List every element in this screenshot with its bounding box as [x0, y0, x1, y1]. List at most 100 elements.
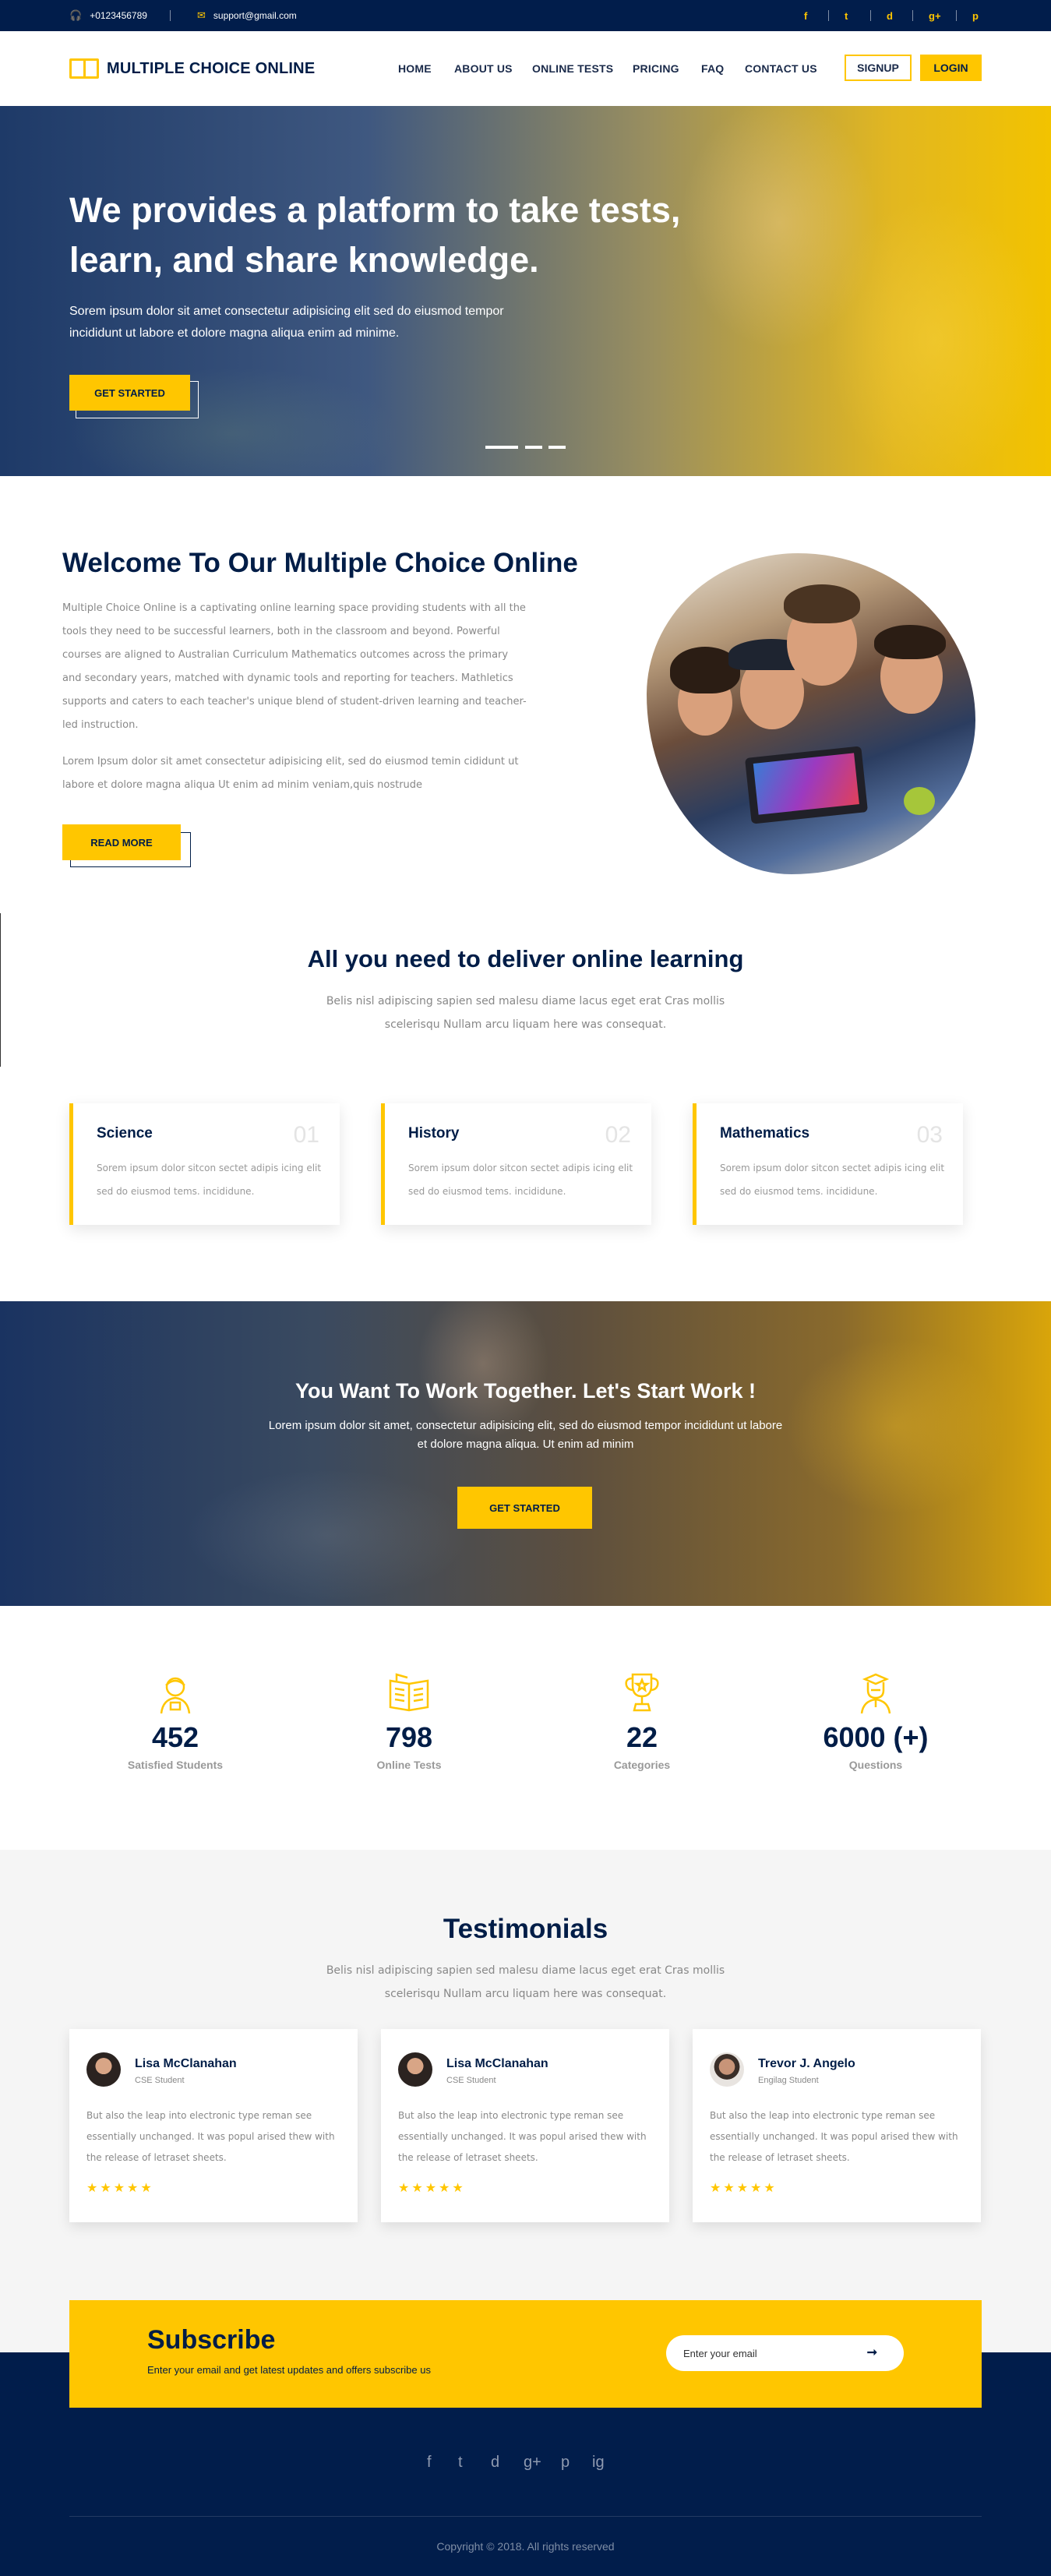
student-hair: [874, 625, 946, 659]
cta-get-started-button[interactable]: GET STARTED: [457, 1487, 592, 1529]
testimonial-card: Lisa McClanahan CSE Student But also the…: [69, 2029, 358, 2222]
welcome-paragraph-1: Multiple Choice Online is a captivating …: [62, 602, 527, 731]
card-text: Sorem ipsum dolor sitcon sectet adipis i…: [408, 1163, 633, 1197]
testimonial-role: Engilag Student: [758, 2076, 819, 2085]
apple-image: [904, 787, 935, 815]
email-contact[interactable]: ✉ support@gmail.com: [197, 0, 297, 31]
dribbble-icon[interactable]: d: [491, 2453, 499, 2472]
google-plus-icon[interactable]: g+: [524, 2453, 541, 2472]
students-photo: [647, 553, 975, 874]
star-rating: ★★★★★: [398, 2182, 466, 2195]
welcome-paragraph-2: Lorem Ipsum dolor sit amet consectetur a…: [62, 756, 519, 791]
testimonials-title: Testimonials: [443, 1914, 608, 1944]
twitter-icon[interactable]: t: [845, 0, 848, 31]
nav-home[interactable]: HOME: [398, 62, 432, 75]
twitter-icon[interactable]: t: [458, 2453, 463, 2472]
nav-pricing[interactable]: PRICING: [633, 62, 679, 75]
subscribe-email-input[interactable]: Enter your email ➞: [666, 2335, 904, 2371]
subscribe-text: Enter your email and get latest updates …: [147, 2364, 431, 2376]
slider-dot[interactable]: [525, 446, 542, 449]
hero-text: Sorem ipsum dolor sit amet consectetur a…: [69, 305, 504, 340]
nav-faq[interactable]: FAQ: [701, 62, 724, 75]
card-title: Science: [97, 1125, 153, 1142]
divider: [828, 10, 829, 21]
card-text: Sorem ipsum dolor sitcon sectet adipis i…: [97, 1163, 322, 1197]
login-button[interactable]: LOGIN: [920, 55, 982, 81]
pinterest-icon[interactable]: p: [561, 2453, 570, 2472]
stat-label: Questions: [848, 1759, 903, 1771]
google-plus-icon[interactable]: g+: [929, 0, 941, 31]
pinterest-icon[interactable]: p: [972, 0, 979, 31]
facebook-icon[interactable]: f: [804, 0, 807, 31]
testimonial-role: CSE Student: [446, 2076, 496, 2085]
subscribe-title: Subscribe: [147, 2325, 276, 2355]
headset-icon: 🎧: [69, 9, 83, 21]
envelope-icon: ✉: [197, 9, 206, 21]
email-address: support@gmail.com: [213, 10, 297, 21]
stat-questions: 6000 (+) Questions: [790, 1671, 961, 1771]
hero-button-wrap: GET STARTED: [69, 375, 199, 419]
cta-title: You Want To Work Together. Let's Start W…: [295, 1379, 756, 1403]
course-card-mathematics[interactable]: Mathematics 03 Sorem ipsum dolor sitcon …: [693, 1103, 963, 1225]
hero-banner: We provides a platform to take tests, le…: [0, 106, 1051, 476]
star-rating: ★★★★★: [86, 2182, 154, 2195]
card-title: Mathematics: [720, 1125, 810, 1142]
book-icon: [387, 1671, 431, 1715]
slider-dot[interactable]: [548, 446, 566, 449]
testimonial-name: Trevor J. Angelo: [758, 2057, 855, 2070]
hero-get-started-button[interactable]: GET STARTED: [69, 375, 190, 411]
copyright-text: Copyright © 2018. All rights reserved: [436, 2540, 615, 2553]
testimonial-text: But also the leap into electronic type r…: [86, 2110, 335, 2163]
divider: [870, 10, 871, 21]
star-rating: ★★★★★: [710, 2182, 778, 2195]
hero-title: We provides a platform to take tests, le…: [69, 190, 681, 280]
divider: [956, 10, 957, 21]
subscribe-box: Subscribe Enter your email and get lates…: [69, 2300, 982, 2408]
divider: [170, 10, 171, 21]
email-placeholder: Enter your email: [683, 2347, 757, 2359]
stat-value: 6000 (+): [823, 1721, 929, 1753]
slider-dot-active[interactable]: [485, 446, 518, 449]
nav-about-us[interactable]: ABOUT US: [454, 62, 513, 75]
card-number: 01: [293, 1122, 319, 1148]
testimonial-text: But also the leap into electronic type r…: [710, 2110, 958, 2163]
facebook-icon[interactable]: f: [427, 2453, 432, 2472]
welcome-title: Welcome To Our Multiple Choice Online: [62, 548, 578, 578]
arrow-right-icon[interactable]: ➞: [867, 2345, 877, 2360]
top-bar: 🎧 +0123456789 ✉ support@gmail.com f t d …: [0, 0, 1051, 31]
read-more-button[interactable]: READ MORE: [62, 824, 181, 860]
cta-text: Lorem ipsum dolor sit amet, consectetur …: [268, 1419, 783, 1451]
hero-background-photo: [0, 106, 1051, 476]
avatar: [398, 2052, 432, 2087]
testimonial-role: CSE Student: [135, 2076, 185, 2085]
features-subtitle: Belis nisl adipiscing sapien sed malesu …: [326, 995, 725, 1031]
signup-button[interactable]: SIGNUP: [845, 55, 912, 81]
stat-tests: 798 Online Tests: [323, 1671, 495, 1771]
stat-label: Categories: [613, 1759, 671, 1771]
course-card-science[interactable]: Science 01 Sorem ipsum dolor sitcon sect…: [69, 1103, 340, 1225]
dribbble-icon[interactable]: d: [887, 0, 893, 31]
read-more-wrap: READ MORE: [62, 824, 191, 869]
card-number: 03: [916, 1122, 943, 1148]
nav-contact-us[interactable]: CONTACT US: [745, 62, 817, 75]
nav-online-tests[interactable]: ONLINE TESTS: [532, 62, 613, 75]
testimonial-name: Lisa McClanahan: [135, 2057, 237, 2070]
stat-value: 452: [151, 1721, 199, 1753]
features-title: All you need to deliver online learning: [307, 945, 744, 972]
testimonial-text: But also the leap into electronic type r…: [398, 2110, 647, 2163]
divider: [912, 10, 913, 21]
student-icon: [153, 1671, 197, 1715]
graduate-icon: [854, 1671, 898, 1715]
phone-contact[interactable]: 🎧 +0123456789: [69, 0, 147, 31]
phone-number: +0123456789: [90, 10, 147, 21]
stat-value: 798: [385, 1721, 433, 1753]
main-navbar: MULTIPLE CHOICE ONLINE HOME ABOUT US ONL…: [0, 31, 1051, 106]
course-card-history[interactable]: History 02 Sorem ipsum dolor sitcon sect…: [381, 1103, 651, 1225]
testimonials-subtitle: Belis nisl adipiscing sapien sed malesu …: [326, 1964, 725, 2000]
avatar: [86, 2052, 121, 2087]
laptop-image: [744, 746, 869, 824]
avatar: [710, 2052, 744, 2087]
testimonial-card: Lisa McClanahan CSE Student But also the…: [381, 2029, 669, 2222]
instagram-icon[interactable]: ig: [592, 2453, 605, 2472]
student-hair: [784, 584, 860, 623]
